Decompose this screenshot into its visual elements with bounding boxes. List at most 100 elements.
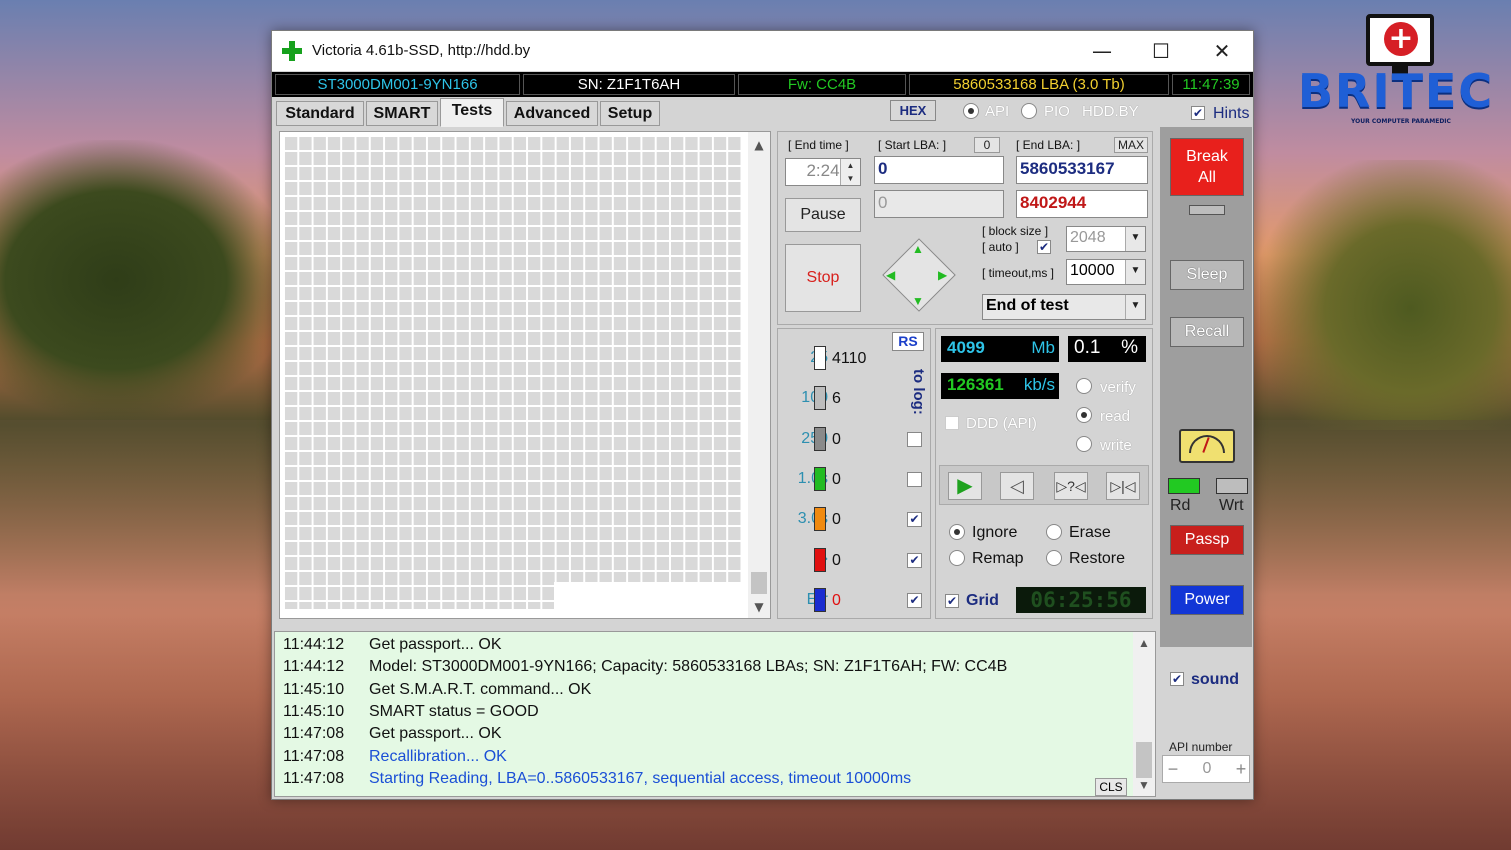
scroll-up-icon[interactable]: ▲ bbox=[748, 136, 770, 154]
time-spinner-icon[interactable]: ▲ ▼ bbox=[840, 159, 860, 185]
minus-icon[interactable]: − bbox=[1163, 756, 1183, 782]
log-time: 11:44:12 bbox=[283, 636, 345, 653]
tab-standard[interactable]: Standard bbox=[276, 101, 364, 126]
chevron-down-icon[interactable]: ▼ bbox=[1125, 295, 1145, 319]
write-radio[interactable] bbox=[1076, 436, 1092, 452]
seek-icon[interactable]: ▷?◁ bbox=[1054, 472, 1088, 500]
scroll-down-icon[interactable]: ▼ bbox=[748, 598, 770, 616]
arrow-right-icon[interactable]: ▶ bbox=[938, 268, 947, 282]
legend-count: 0 bbox=[832, 591, 841, 609]
api-radio[interactable] bbox=[963, 103, 979, 119]
api-label: API bbox=[985, 103, 1010, 120]
minimize-button[interactable]: — bbox=[1082, 37, 1122, 65]
cls-button[interactable]: CLS bbox=[1095, 778, 1127, 796]
end-action-select[interactable]: End of test ▼ bbox=[982, 294, 1146, 320]
block-size-select[interactable]: 2048 ▼ bbox=[1066, 226, 1146, 252]
ignore-radio[interactable] bbox=[949, 524, 965, 540]
tab-tests[interactable]: Tests bbox=[440, 98, 504, 127]
tab-smart[interactable]: SMART bbox=[366, 101, 438, 126]
erase-radio[interactable] bbox=[1046, 524, 1062, 540]
end-lba-input[interactable]: 5860533167 bbox=[1016, 156, 1148, 184]
start-lba-input[interactable]: 0 bbox=[874, 156, 1004, 184]
stop-button[interactable]: Stop bbox=[785, 244, 861, 312]
pio-radio[interactable] bbox=[1021, 103, 1037, 119]
hex-button[interactable]: HEX bbox=[890, 100, 936, 121]
close-button[interactable]: ✕ bbox=[1202, 37, 1242, 65]
ddd-checkbox[interactable] bbox=[945, 416, 959, 430]
test-control-panel: [ End time ] 2:24 ▲ ▼ [ Start LBA: ] 0 0 … bbox=[777, 131, 1153, 325]
restore-radio[interactable] bbox=[1046, 550, 1062, 566]
legend-count: 0 bbox=[832, 470, 841, 488]
legend-row: 1006 bbox=[778, 386, 928, 411]
arrow-left-icon[interactable]: ◀ bbox=[886, 268, 895, 282]
start-lba-label: [ Start LBA: ] bbox=[878, 138, 947, 152]
legend-swatch bbox=[814, 547, 826, 572]
recall-button[interactable]: Recall bbox=[1170, 317, 1244, 347]
tab-setup[interactable]: Setup bbox=[600, 101, 660, 126]
legend-row: 3.0s 0 ✔ bbox=[778, 507, 928, 532]
activity-indicator bbox=[1189, 205, 1225, 215]
elapsed-timer: 06:25:56 bbox=[1016, 587, 1146, 613]
end-time-input[interactable]: 2:24 ▲ ▼ bbox=[785, 158, 861, 186]
end-time-value: 2:24 bbox=[806, 161, 840, 180]
skip-icon[interactable]: ▷|◁ bbox=[1106, 472, 1140, 500]
remap-radio[interactable] bbox=[949, 550, 965, 566]
scroll-up-icon[interactable]: ▲ bbox=[1133, 636, 1155, 650]
playback-toolbar: ▶ ◁ ▷?◁ ▷|◁ bbox=[939, 465, 1149, 505]
plus-icon[interactable]: + bbox=[1231, 756, 1251, 782]
arrow-down-icon[interactable]: ▼ bbox=[912, 294, 924, 308]
percent-display: 0.1 % bbox=[1068, 336, 1146, 362]
hints-checkbox[interactable]: ✔ bbox=[1191, 106, 1205, 120]
to-log-checkbox[interactable] bbox=[907, 471, 922, 487]
log-scrollbar[interactable]: ▲ ▼ bbox=[1133, 632, 1155, 796]
legend-swatch bbox=[814, 466, 826, 491]
log-message: Get passport... OK bbox=[369, 725, 502, 743]
block-auto-checkbox[interactable]: ✔ bbox=[1037, 240, 1051, 254]
pause-button[interactable]: Pause bbox=[785, 198, 861, 232]
passp-button[interactable]: Passp bbox=[1170, 525, 1244, 555]
hddby-label: HDD.BY bbox=[1082, 103, 1139, 120]
grid-checkbox[interactable]: ✔ bbox=[945, 594, 959, 608]
drive-model: ST3000DM001-9YN166 bbox=[275, 74, 520, 95]
legend-swatch bbox=[814, 426, 826, 451]
grid-scrollbar[interactable]: ▲ ▼ bbox=[748, 132, 770, 618]
api-number-value: 0 bbox=[1202, 760, 1212, 777]
timeout-select[interactable]: 10000 ▼ bbox=[1066, 259, 1146, 285]
scroll-thumb[interactable] bbox=[1136, 742, 1152, 778]
legend-count: 0 bbox=[832, 551, 841, 569]
play-icon[interactable]: ▶ bbox=[948, 472, 982, 500]
remap-label: Remap bbox=[972, 550, 1024, 567]
title-bar: Victoria 4.61b-SSD, http://hdd.by — ☐ ✕ bbox=[272, 31, 1253, 71]
verify-radio[interactable] bbox=[1076, 378, 1092, 394]
start-lba-zero-button[interactable]: 0 bbox=[974, 137, 1000, 153]
break-all-button[interactable]: Break All bbox=[1170, 138, 1244, 196]
log-line: 11:47:08 Starting Reading, LBA=0..5860533… bbox=[283, 770, 911, 788]
chevron-down-icon[interactable]: ▼ bbox=[1125, 260, 1145, 284]
app-cross-icon bbox=[282, 41, 302, 61]
log-time: 11:44:12 bbox=[283, 658, 345, 676]
log-line: 11:45:10 SMART status = GOOD bbox=[283, 703, 539, 721]
to-log-checkbox[interactable] bbox=[907, 431, 922, 447]
restore-label: Restore bbox=[1069, 550, 1126, 567]
api-number-stepper[interactable]: − 0 + bbox=[1162, 755, 1250, 783]
scroll-down-icon[interactable]: ▼ bbox=[1133, 778, 1155, 792]
power-button[interactable]: Power bbox=[1170, 585, 1244, 615]
sleep-button[interactable]: Sleep bbox=[1170, 260, 1244, 290]
rewind-icon[interactable]: ◁ bbox=[1000, 472, 1034, 500]
legend-swatch bbox=[814, 346, 826, 370]
victoria-window: Victoria 4.61b-SSD, http://hdd.by — ☐ ✕ … bbox=[271, 30, 1254, 800]
arrow-up-icon[interactable]: ▲ bbox=[912, 242, 924, 256]
to-log-checkbox[interactable]: ✔ bbox=[907, 592, 922, 608]
to-log-checkbox[interactable]: ✔ bbox=[907, 512, 922, 528]
monitor-icon: + bbox=[1366, 14, 1434, 74]
direction-pad[interactable]: ▲ ▼ ◀ ▶ bbox=[876, 232, 962, 318]
end-lba-max-button[interactable]: MAX bbox=[1114, 137, 1148, 153]
tab-advanced[interactable]: Advanced bbox=[506, 101, 598, 126]
maximize-button[interactable]: ☐ bbox=[1141, 37, 1181, 65]
legend-count: 6 bbox=[832, 390, 841, 408]
scroll-thumb[interactable] bbox=[751, 572, 767, 594]
chevron-down-icon[interactable]: ▼ bbox=[1125, 227, 1145, 251]
sound-checkbox[interactable]: ✔ bbox=[1170, 672, 1184, 686]
to-log-checkbox[interactable]: ✔ bbox=[907, 552, 922, 568]
read-radio[interactable] bbox=[1076, 407, 1092, 423]
